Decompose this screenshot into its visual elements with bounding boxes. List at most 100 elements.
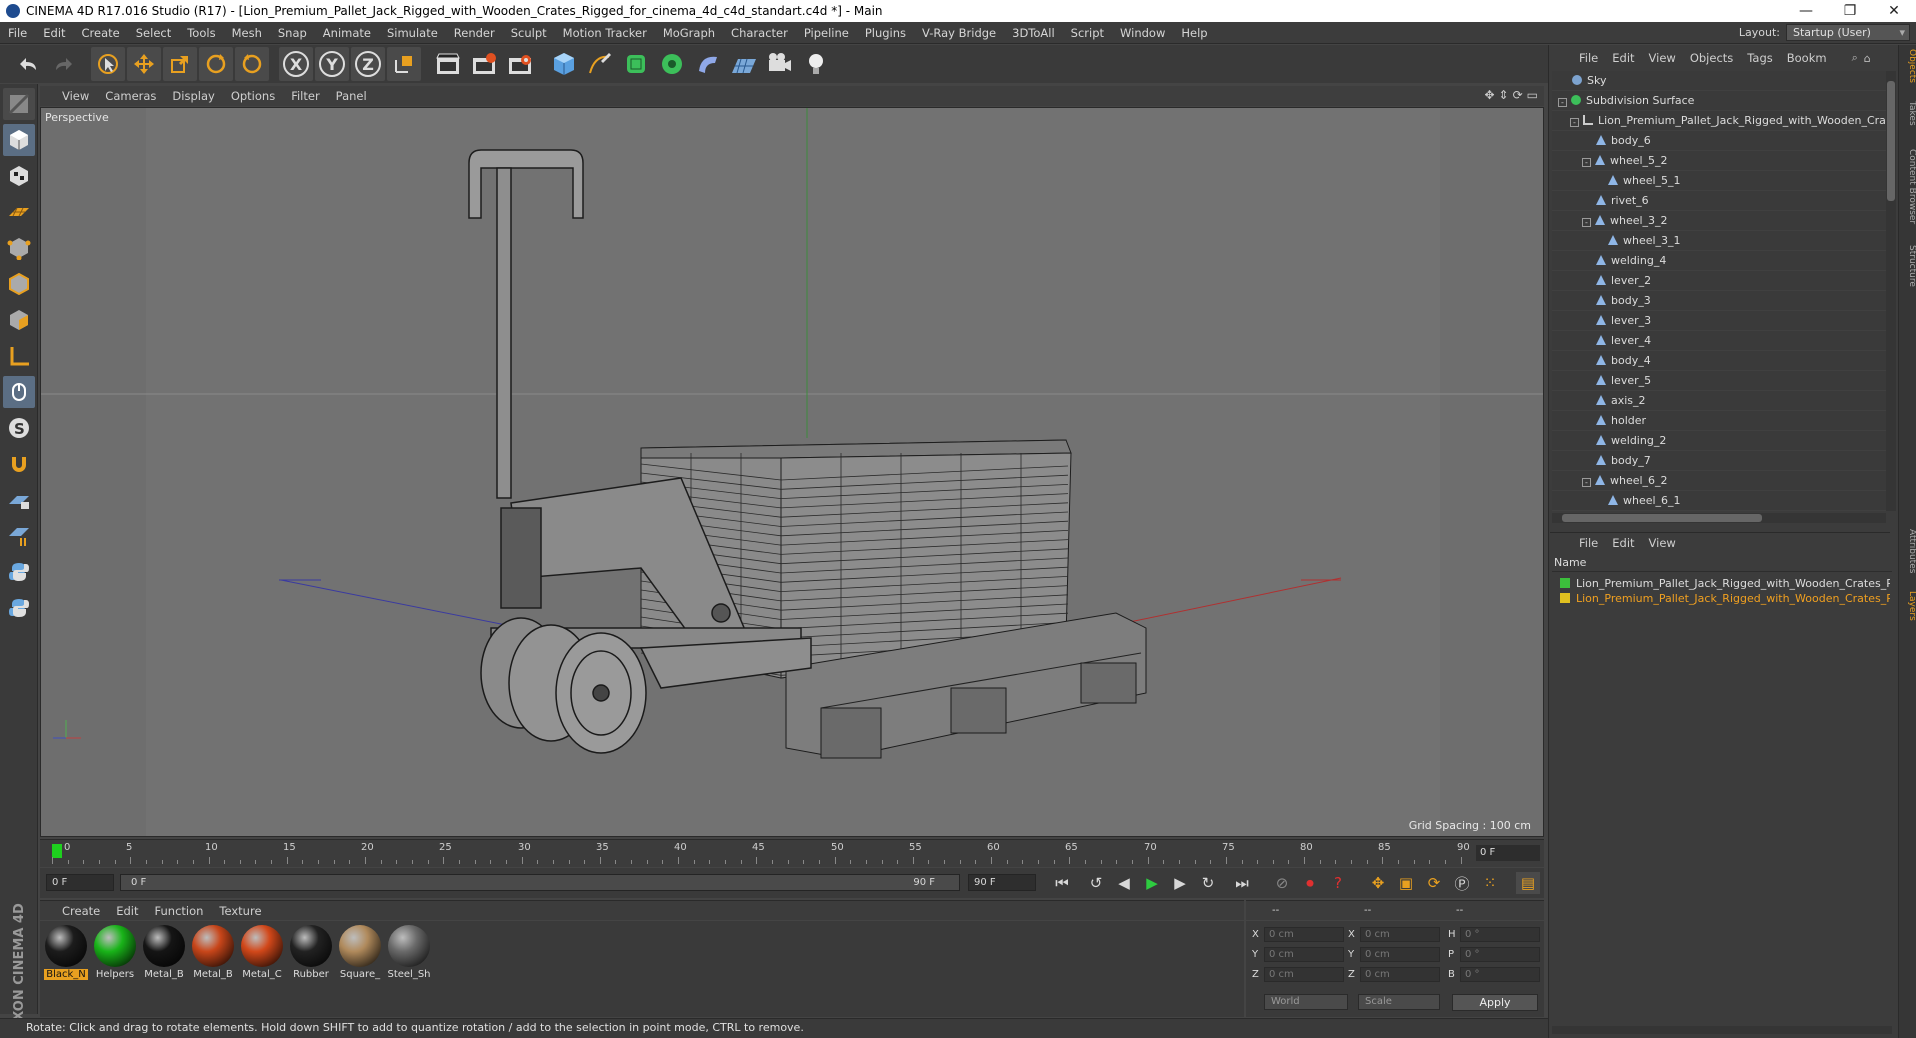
render-settings-icon[interactable] [503, 47, 537, 81]
menu-snap[interactable]: Snap [270, 26, 315, 40]
object-tree-vertical-scrollbar[interactable] [1886, 71, 1896, 511]
recent-tool-icon[interactable] [235, 47, 269, 81]
object-tree-row[interactable]: axis_2 [1552, 391, 1886, 411]
expand-toggle-icon[interactable]: - [1558, 98, 1567, 107]
deformer-icon[interactable] [691, 47, 725, 81]
object-tree-row[interactable]: body_4 [1552, 351, 1886, 371]
menu-create[interactable]: Create [74, 26, 128, 40]
material-menu-edit[interactable]: Edit [108, 904, 146, 918]
material-swatch[interactable]: Metal_B [142, 925, 186, 980]
coord-value-field[interactable]: 0 cm [1264, 927, 1344, 942]
menu-sculpt[interactable]: Sculpt [503, 26, 555, 40]
coord-value-field[interactable]: 0 cm [1360, 967, 1440, 982]
menu-edit[interactable]: Edit [35, 26, 73, 40]
material-swatch[interactable]: Steel_Sh [387, 925, 431, 980]
workplane-lock-icon[interactable] [3, 484, 35, 516]
python-icon[interactable] [3, 556, 35, 588]
menu-window[interactable]: Window [1112, 26, 1173, 40]
go-to-end-icon[interactable]: ⏭ [1230, 872, 1254, 894]
rotate-icon[interactable] [199, 47, 233, 81]
workplane-snap-icon[interactable] [3, 520, 35, 552]
material-swatch[interactable]: Metal_B [191, 925, 235, 980]
cloner-icon[interactable] [655, 47, 689, 81]
maximize-button[interactable]: ❐ [1828, 0, 1872, 22]
layer-color-swatch[interactable] [1560, 578, 1570, 588]
menu-file[interactable]: File [0, 26, 35, 40]
key-scale-icon[interactable]: ▣ [1394, 872, 1418, 894]
x-axis-lock-button[interactable]: X [279, 47, 313, 81]
spline-pen-icon[interactable] [583, 47, 617, 81]
object-menu-tags[interactable]: Tags [1740, 51, 1779, 65]
size-mode-dropdown[interactable]: Scale [1358, 994, 1440, 1010]
current-frame-field[interactable]: 0 F [1476, 845, 1540, 861]
undo-icon[interactable] [11, 47, 45, 81]
zoom-view-icon[interactable]: ⇕ [1499, 88, 1509, 102]
object-tree-row[interactable]: lever_4 [1552, 331, 1886, 351]
object-tree-row[interactable]: body_6 [1552, 131, 1886, 151]
menu-animate[interactable]: Animate [315, 26, 379, 40]
object-menu-file[interactable]: File [1572, 51, 1605, 65]
go-to-start-icon[interactable]: ⏮ [1050, 872, 1074, 894]
menu-tools[interactable]: Tools [179, 26, 223, 40]
layer-row[interactable]: Lion_Premium_Pallet_Jack_Rigged_with_Woo… [1560, 576, 1890, 591]
menu-mograph[interactable]: MoGraph [655, 26, 723, 40]
rotate-view-icon[interactable]: ⟳ [1513, 88, 1523, 102]
menu-script[interactable]: Script [1063, 26, 1112, 40]
menu-help[interactable]: Help [1173, 26, 1215, 40]
side-tab[interactable]: Layers [1899, 591, 1916, 621]
material-menu-texture[interactable]: Texture [211, 904, 269, 918]
apply-button[interactable]: Apply [1452, 994, 1538, 1011]
layout-dropdown[interactable]: Startup (User) [1786, 24, 1910, 41]
object-tree-horizontal-scrollbar[interactable] [1552, 513, 1886, 523]
material-swatch[interactable]: Black_N [44, 925, 88, 980]
menu-character[interactable]: Character [723, 26, 796, 40]
previous-frame-icon[interactable]: ◀ [1112, 872, 1136, 894]
viewport-menu-view[interactable]: View [54, 89, 97, 103]
menu-vray-bridge[interactable]: V-Ray Bridge [914, 26, 1004, 40]
object-tree-row[interactable]: lever_2 [1552, 271, 1886, 291]
key-position-icon[interactable]: ✥ [1366, 872, 1390, 894]
menu-motion-tracker[interactable]: Motion Tracker [555, 26, 655, 40]
start-frame-field[interactable]: 0 F [46, 874, 114, 891]
camera-icon[interactable] [763, 47, 797, 81]
3d-viewport[interactable]: Perspective Grid Spacing : 100 cm [40, 107, 1544, 837]
menu-plugins[interactable]: Plugins [857, 26, 914, 40]
texture-mode-icon[interactable] [3, 160, 35, 192]
menu-3dtoall[interactable]: 3DToAll [1004, 26, 1063, 40]
expand-toggle-icon[interactable]: - [1582, 478, 1591, 487]
coordinate-mode-dropdown[interactable]: World [1264, 994, 1348, 1010]
layer-menu-file[interactable]: File [1572, 536, 1605, 550]
timeline-window-icon[interactable]: ▤ [1516, 872, 1540, 894]
expand-toggle-icon[interactable]: - [1570, 118, 1579, 127]
coord-value-field[interactable]: 0 ° [1460, 947, 1540, 962]
model-mode-icon[interactable] [3, 124, 35, 156]
viewport-menu-display[interactable]: Display [164, 89, 222, 103]
layer-horizontal-scrollbar[interactable] [1552, 1026, 1892, 1034]
scale-icon[interactable] [163, 47, 197, 81]
next-key-icon[interactable]: ↻ [1196, 872, 1220, 894]
viewport-menu-cameras[interactable]: Cameras [97, 89, 164, 103]
side-tab[interactable]: Content Browser [1899, 149, 1916, 224]
render-view-icon[interactable] [431, 47, 465, 81]
floor-icon[interactable] [727, 47, 761, 81]
object-tree-row[interactable]: - wheel_3_2 [1552, 211, 1886, 231]
autokeying-icon[interactable]: ⏺ [1298, 872, 1322, 894]
object-tree-row[interactable]: wheel_3_1 [1552, 231, 1886, 251]
render-to-picture-viewer-icon[interactable] [467, 47, 501, 81]
object-tree-row[interactable]: wheel_5_1 [1552, 171, 1886, 191]
object-tree-row[interactable]: - Subdivision Surface [1552, 91, 1886, 111]
end-frame-field[interactable]: 90 F [968, 874, 1036, 891]
object-menu-objects[interactable]: Objects [1683, 51, 1740, 65]
axis-mode-icon[interactable] [3, 340, 35, 372]
viewport-menu-options[interactable]: Options [223, 89, 283, 103]
frame-range-slider[interactable]: 0 F 90 F [120, 874, 960, 891]
side-tab[interactable]: Attributes [1899, 529, 1916, 573]
object-tree-row[interactable]: lever_5 [1552, 371, 1886, 391]
coord-value-field[interactable]: 0 cm [1360, 927, 1440, 942]
object-tree-row[interactable]: - Lion_Premium_Pallet_Jack_Rigged_with_Wo… [1552, 111, 1886, 131]
key-rotation-icon[interactable]: ⟳ [1422, 872, 1446, 894]
menu-render[interactable]: Render [446, 26, 503, 40]
expand-toggle-icon[interactable]: - [1582, 158, 1591, 167]
material-swatch[interactable]: Rubber [289, 925, 333, 980]
layer-row[interactable]: Lion_Premium_Pallet_Jack_Rigged_with_Woo… [1560, 591, 1890, 606]
